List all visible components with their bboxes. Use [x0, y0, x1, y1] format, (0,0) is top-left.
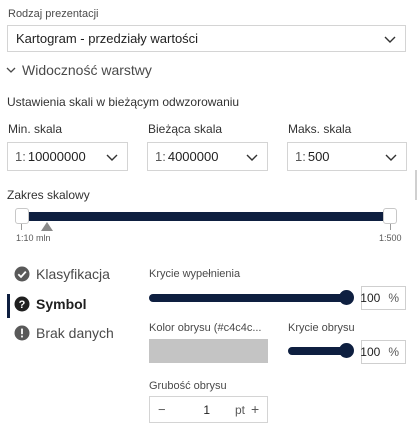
- outline-width-stepper[interactable]: − 1 pt +: [149, 396, 268, 423]
- outline-color-label: Kolor obrysu (#c4c4c...: [149, 322, 262, 334]
- presentation-type-select[interactable]: Kartogram - przedziały wartości: [7, 25, 406, 52]
- svg-text:?: ?: [19, 299, 26, 311]
- fill-opacity-value: 100: [360, 291, 381, 305]
- current-scale-label: Bieżąca skala: [148, 122, 223, 136]
- fill-opacity-slider-track[interactable]: [149, 294, 348, 302]
- visibility-section-title: Widoczność warstwy: [22, 62, 152, 78]
- chevron-down-icon: [385, 154, 397, 161]
- outline-color-swatch[interactable]: [149, 339, 268, 363]
- outline-opacity-label: Krycie obrysu: [288, 322, 355, 334]
- check-circle-icon: [14, 266, 30, 282]
- current-scale-select[interactable]: 1: 4000000: [147, 142, 268, 171]
- outline-opacity-input[interactable]: 100 %: [360, 340, 406, 364]
- scale-range-min-handle[interactable]: [15, 208, 29, 224]
- outline-width-label: Grubość obrysu: [149, 380, 227, 392]
- chevron-down-icon: [384, 36, 396, 43]
- range-right-label: 1:500: [379, 233, 402, 243]
- info-circle-icon: [14, 325, 30, 341]
- chevron-down-icon: [6, 67, 16, 73]
- increment-button[interactable]: +: [251, 401, 259, 417]
- scale-range-label: Zakres skalowy: [7, 188, 90, 202]
- percent-unit: %: [388, 291, 399, 305]
- range-left-label: 1:10 mln: [16, 233, 51, 243]
- side-item-label: Klasyfikacja: [36, 266, 110, 282]
- current-scale-marker-icon: [41, 222, 53, 231]
- scale-settings-label: Ustawienia skali w bieżącym odwzorowaniu: [7, 95, 240, 109]
- presentation-type-value: Kartogram - przedziały wartości: [16, 31, 199, 46]
- range-tick-left: [21, 224, 22, 230]
- fill-opacity-slider-handle[interactable]: [339, 290, 354, 305]
- min-scale-prefix: 1:: [15, 149, 26, 164]
- side-item-label: Symbol: [36, 296, 87, 312]
- question-circle-icon: ?: [14, 296, 30, 312]
- active-indicator: [7, 294, 10, 318]
- min-scale-label: Min. skala: [8, 122, 63, 136]
- current-scale-value: 4000000: [167, 149, 219, 164]
- outline-width-value[interactable]: 1: [200, 403, 210, 417]
- side-item-label: Brak danych: [36, 325, 114, 341]
- outline-opacity-slider-handle[interactable]: [339, 343, 354, 358]
- side-item-klasyfikacja[interactable]: Klasyfikacja: [14, 266, 110, 282]
- visibility-section-toggle[interactable]: Widoczność warstwy: [6, 62, 152, 78]
- max-scale-prefix: 1:: [295, 149, 306, 164]
- outline-width-unit: pt: [235, 403, 246, 417]
- range-tick-right: [390, 224, 391, 230]
- scrollbar-thumb[interactable]: [415, 170, 417, 200]
- fill-opacity-label: Krycie wypełnienia: [149, 268, 241, 280]
- presentation-type-label: Rodzaj prezentacji: [8, 8, 99, 20]
- side-item-brak-danych[interactable]: Brak danych: [14, 325, 114, 341]
- chevron-down-icon: [106, 154, 118, 161]
- decrement-button[interactable]: −: [158, 402, 166, 417]
- side-item-symbol[interactable]: ? Symbol: [14, 296, 87, 312]
- max-scale-label: Maks. skala: [288, 122, 352, 136]
- percent-unit: %: [388, 345, 399, 359]
- min-scale-value: 10000000: [27, 149, 86, 164]
- chevron-down-icon: [246, 154, 258, 161]
- max-scale-select[interactable]: 1: 500: [287, 142, 407, 171]
- fill-opacity-input[interactable]: 100 %: [360, 286, 406, 310]
- scale-range-max-handle[interactable]: [383, 208, 397, 224]
- min-scale-select[interactable]: 1: 10000000: [7, 142, 128, 171]
- current-scale-prefix: 1:: [155, 149, 166, 164]
- outline-opacity-value: 100: [360, 345, 381, 359]
- max-scale-value: 500: [307, 149, 330, 164]
- scale-range-track[interactable]: [18, 212, 396, 221]
